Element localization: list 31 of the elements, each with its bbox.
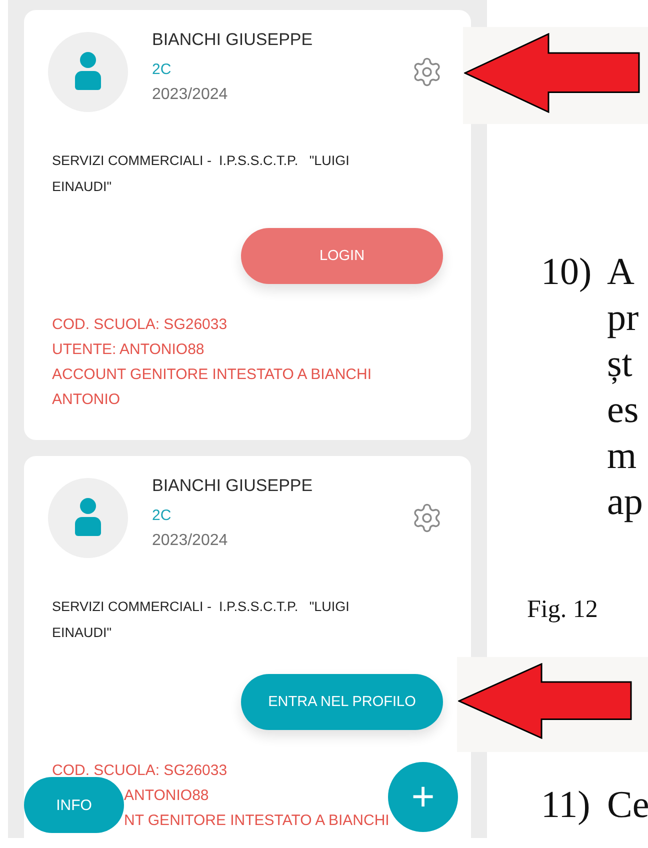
- account-info: ACCOUNT GENITORE INTESTATO A BIANCHI ANTONIO: [52, 365, 372, 410]
- student-name: BIANCHI GIUSEPPE: [152, 29, 314, 51]
- school-year: 2023/2024: [152, 85, 229, 105]
- step-text: es: [607, 388, 640, 433]
- account-info: COD. SCUOLA: SG26033: [52, 315, 228, 335]
- step-text: șt: [607, 342, 634, 387]
- enter-profile-button[interactable]: ENTRA NEL PROFILO: [241, 674, 443, 730]
- account-info: ANTONIO88: [124, 786, 209, 806]
- arrow-icon: [458, 663, 632, 739]
- person-icon: [75, 498, 101, 538]
- step-number: 10): [541, 250, 593, 295]
- step-number: 11): [541, 783, 592, 828]
- arrow-icon: [464, 33, 640, 113]
- login-button[interactable]: LOGIN: [241, 228, 443, 284]
- school-name: SERVIZI COMMERCIALI - I.P.S.S.C.T.P. "LUIGI EINAUDI": [51, 598, 350, 642]
- step-text: pr: [607, 296, 640, 341]
- person-icon: [75, 52, 101, 92]
- settings-icon[interactable]: [411, 502, 443, 534]
- account-info: UTENTE: ANTONIO88: [52, 340, 204, 360]
- settings-icon[interactable]: [411, 56, 443, 88]
- step-text: ap: [607, 480, 643, 525]
- school-name: SERVIZI COMMERCIALI - I.P.S.S.C.T.P. "LUIGI EINAUDI": [51, 152, 350, 196]
- figure-caption: Fig. 12: [527, 595, 599, 625]
- class-label: 2C: [152, 60, 172, 80]
- step-text: m: [607, 434, 638, 479]
- account-info: NT GENITORE INTESTATO A BIANCHI: [124, 811, 390, 831]
- step-text: A: [607, 250, 636, 295]
- class-label: 2C: [152, 506, 172, 526]
- step-text: Ce: [607, 783, 648, 828]
- student-name: BIANCHI GIUSEPPE: [152, 475, 314, 497]
- school-year: 2023/2024: [152, 531, 229, 551]
